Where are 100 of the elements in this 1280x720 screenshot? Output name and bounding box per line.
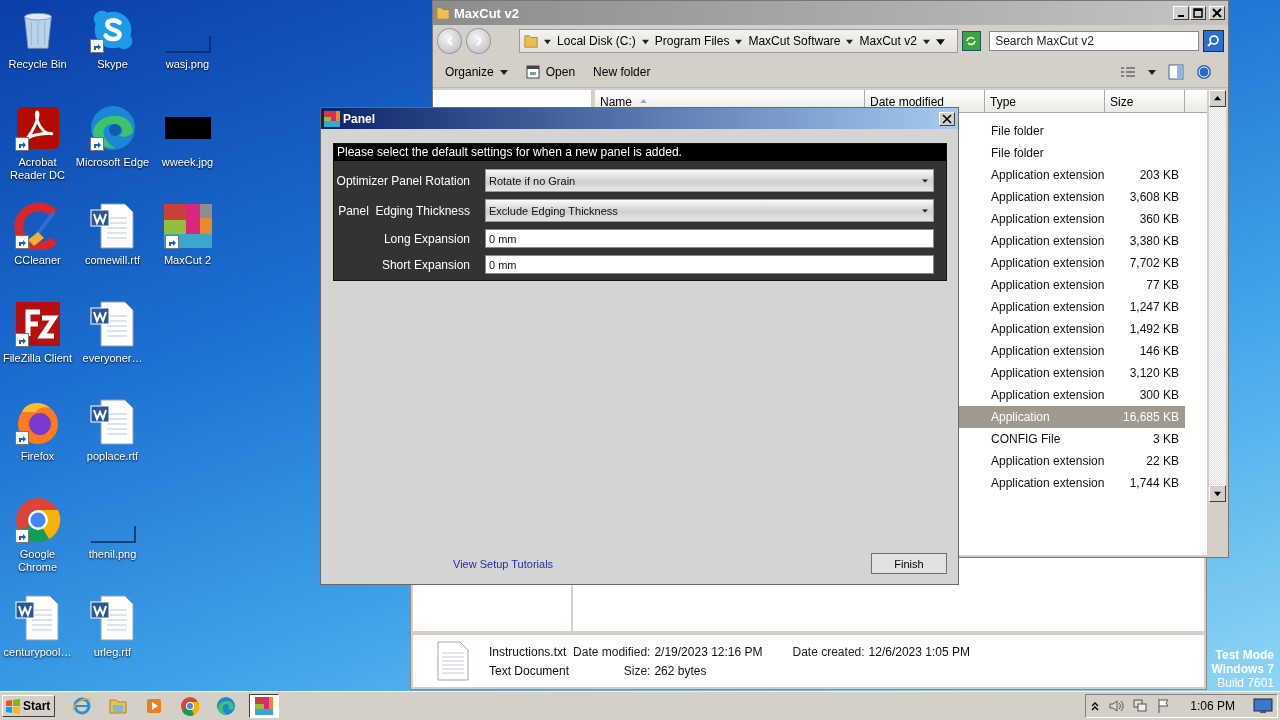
caret-icon <box>922 207 928 214</box>
table-cell: Application extension <box>991 212 1105 226</box>
caret-icon[interactable] <box>544 37 552 45</box>
refresh-button[interactable] <box>961 31 982 51</box>
table-cell: 1,492 KB <box>1129 322 1179 336</box>
document-icon[interactable] <box>13 594 62 642</box>
field-label: Panel Edging Thickness <box>337 203 470 218</box>
document-icon[interactable] <box>88 300 137 348</box>
table-cell: Application extension <box>991 322 1105 336</box>
back-button[interactable] <box>437 28 463 54</box>
table-cell: Application extension <box>991 388 1105 402</box>
column-header[interactable]: Size <box>1105 90 1185 112</box>
sort-arrow-icon <box>640 99 647 103</box>
test-mode-text: Build 7601 <box>1217 676 1274 690</box>
image-thumbnail-icon[interactable] <box>163 116 212 140</box>
desktop-icon-label[interactable]: comewill.rtf <box>75 254 150 267</box>
desktop-icon-label[interactable]: Microsoft Edge <box>75 156 150 169</box>
internet-explorer-icon <box>72 696 93 716</box>
desktop-icon-label[interactable]: Recycle Bin <box>0 58 75 71</box>
breadcrumb-item[interactable]: MaxCut v2 <box>859 34 917 48</box>
volume-icon[interactable] <box>1108 698 1125 714</box>
show-desktop-icon[interactable] <box>1253 698 1273 714</box>
scroll-down-icon[interactable] <box>1214 490 1221 497</box>
search-button[interactable] <box>1202 30 1224 52</box>
tutorials-link[interactable]: View Setup Tutorials <box>453 557 554 570</box>
start-button[interactable]: Start <box>2 695 56 717</box>
desktop-icon-label[interactable]: Skype <box>75 58 150 71</box>
field-value: 2/19/2023 12:16 PM <box>654 644 763 659</box>
input-field[interactable]: 0 mm <box>485 229 934 248</box>
breadcrumb-item[interactable]: MaxCut Software <box>748 34 841 48</box>
chrome-icon <box>180 696 201 716</box>
address-bar[interactable]: Local Disk (C:) Program Files MaxCut Software MaxCut v2 <box>519 29 958 53</box>
search-field[interactable]: Search MaxCut v2 <box>989 31 1199 51</box>
caret-icon[interactable] <box>846 37 854 45</box>
windows-flag-icon <box>5 698 21 714</box>
help-icon[interactable] <box>1196 64 1212 80</box>
desktop-icon-label[interactable]: FileZilla Client <box>0 352 75 365</box>
search-icon <box>1206 34 1221 48</box>
table-cell: 1,744 KB <box>1129 476 1179 490</box>
desktop-icon-label[interactable]: everyoner… <box>75 352 150 365</box>
scroll-up-icon[interactable] <box>1214 95 1221 102</box>
window-icon <box>525 65 540 79</box>
maxcut-icon <box>254 696 275 716</box>
desktop-icon-label[interactable]: wweek.jpg <box>150 156 225 169</box>
open-button[interactable]: Open <box>519 62 582 82</box>
panel-heading: Please select the default settings for when a new panel is added. <box>334 144 946 161</box>
desktop-icon-label[interactable]: Google Chrome <box>0 548 75 574</box>
minimize-button[interactable] <box>1173 6 1189 20</box>
table-cell: Application extension <box>991 234 1105 248</box>
desktop-icon-label[interactable]: CCleaner <box>0 254 75 267</box>
caret-icon <box>922 177 928 184</box>
maximize-button[interactable] <box>1190 6 1206 20</box>
scrollbar[interactable] <box>1209 90 1226 502</box>
table-cell: 22 KB <box>1146 454 1179 468</box>
filezilla-icon[interactable] <box>13 300 62 348</box>
network-icon[interactable] <box>1132 698 1149 714</box>
chevron-icon[interactable] <box>1090 701 1101 711</box>
breadcrumb-item[interactable]: Local Disk (C:) <box>557 34 636 48</box>
desktop-icon-label[interactable]: Firefox <box>0 450 75 463</box>
document-icon[interactable] <box>88 398 137 446</box>
document-icon[interactable] <box>88 202 137 250</box>
caret-icon[interactable] <box>922 37 930 45</box>
close-icon <box>942 113 952 124</box>
dropdown-caret-icon[interactable] <box>935 36 945 46</box>
document-icon[interactable] <box>88 594 137 642</box>
dropdown[interactable]: Exclude Edging Thickness <box>485 199 934 222</box>
acrobat-icon[interactable] <box>14 105 61 151</box>
new-folder-button[interactable]: New folder <box>587 62 657 82</box>
view-options-icon[interactable] <box>1120 66 1136 78</box>
maxcut-icon[interactable] <box>163 202 212 250</box>
finish-button[interactable]: Finish <box>871 553 947 574</box>
minimize-icon <box>1178 15 1184 17</box>
caret-icon[interactable] <box>735 37 743 45</box>
organize-button[interactable]: Organize <box>439 62 514 82</box>
column-header[interactable]: Type <box>985 90 1105 112</box>
clock[interactable]: 1:06 PM <box>1190 699 1235 713</box>
taskbar-app-button[interactable] <box>249 694 280 718</box>
breadcrumb-item[interactable]: Program Files <box>654 34 730 48</box>
table-cell: 1,247 KB <box>1129 300 1179 314</box>
desktop-icon-label[interactable]: poplace.rtf <box>75 450 150 463</box>
dropdown[interactable]: Rotate if no Grain <box>485 169 934 192</box>
text-document-icon <box>437 641 469 681</box>
field-label: Date modified: <box>573 644 651 659</box>
table-cell: 3,608 KB <box>1129 190 1179 204</box>
input-field[interactable]: 0 mm <box>485 255 934 274</box>
table-cell: 3,120 KB <box>1129 366 1179 380</box>
close-button[interactable] <box>939 111 955 126</box>
caret-icon[interactable] <box>1148 68 1156 76</box>
desktop-icon-label[interactable]: MaxCut 2 <box>150 254 225 267</box>
desktop-icon-label[interactable]: thenil.png <box>75 548 150 561</box>
table-cell: 77 KB <box>1146 278 1179 292</box>
preview-pane-icon[interactable] <box>1168 64 1184 80</box>
desktop-icon-label[interactable]: wasj.png <box>150 58 225 71</box>
edge-icon <box>216 696 237 716</box>
test-mode-text: Test Mode <box>1215 648 1274 662</box>
caret-icon <box>499 68 508 76</box>
desktop-icon-label[interactable]: Acrobat Reader DC <box>0 156 75 182</box>
caret-icon[interactable] <box>641 37 649 45</box>
refresh-icon <box>965 35 978 47</box>
close-button[interactable] <box>1209 6 1225 20</box>
